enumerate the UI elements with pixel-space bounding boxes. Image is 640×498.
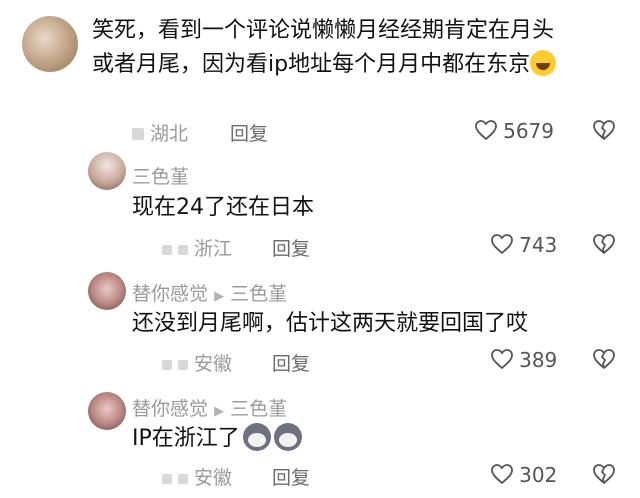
avatar[interactable] [88, 272, 126, 310]
heart-outline-icon [475, 120, 497, 141]
ip-location: 湖北 [132, 119, 188, 146]
reply-header: 替你感觉 ▶ 三色堇 [132, 279, 287, 306]
reply-button[interactable]: 回复 [272, 463, 310, 490]
author-name[interactable]: 替你感觉 [132, 283, 208, 305]
like-button[interactable]: 743 [490, 232, 557, 257]
comment-text: IP在浙江了 [132, 422, 302, 456]
avatar[interactable] [88, 152, 126, 190]
reply-to-name[interactable]: 三色堇 [230, 283, 287, 305]
dislike-button[interactable] [592, 347, 616, 375]
like-count: 5679 [503, 119, 554, 143]
dislike-button[interactable] [592, 118, 616, 146]
comment-text: 还没到月尾啊，估计这两天就要回国了哎 [132, 311, 529, 336]
ip-location: 安徽 [162, 463, 232, 490]
avatar[interactable] [22, 16, 78, 72]
reply-header: 替你感觉 ▶ 三色堇 [132, 394, 287, 421]
ip-location: 浙江 [162, 234, 232, 261]
dislike-button[interactable] [592, 232, 616, 260]
like-button[interactable]: 302 [490, 462, 557, 487]
reply-button[interactable]: 回复 [272, 349, 310, 376]
author-name[interactable]: 三色堇 [132, 162, 189, 189]
ip-location: 安徽 [162, 349, 232, 376]
heart-outline-icon [491, 464, 513, 485]
heart-outline-icon [491, 234, 513, 255]
right-triangle-icon: ▶ [214, 404, 225, 419]
like-button[interactable]: 5679 [474, 118, 554, 143]
reply-to-name[interactable]: 三色堇 [230, 398, 287, 420]
comment-text: 现在24了还在日本 [132, 195, 314, 220]
husky-dog-emoji [242, 423, 271, 451]
broken-heart-icon [593, 464, 615, 484]
broken-heart-icon [593, 120, 615, 140]
dislike-button[interactable] [592, 462, 616, 490]
husky-dog-emoji [273, 423, 302, 451]
like-count: 743 [519, 233, 558, 257]
broken-heart-icon [593, 349, 615, 369]
like-button[interactable]: 389 [490, 347, 557, 372]
like-count: 302 [519, 463, 558, 487]
heart-outline-icon [491, 349, 513, 370]
avatar[interactable] [88, 392, 126, 430]
author-name[interactable]: 替你感觉 [132, 398, 208, 420]
right-triangle-icon: ▶ [214, 289, 225, 304]
reply-button[interactable]: 回复 [230, 119, 268, 146]
comment-text: 笑死，看到一个评论说懒懒月经经期肯定在月头 或者月尾，因为看ip地址每个月月中都… [92, 14, 632, 82]
laughing-tears-emoji [530, 50, 557, 76]
broken-heart-icon [593, 234, 615, 254]
reply-button[interactable]: 回复 [272, 234, 310, 261]
like-count: 389 [519, 348, 558, 372]
